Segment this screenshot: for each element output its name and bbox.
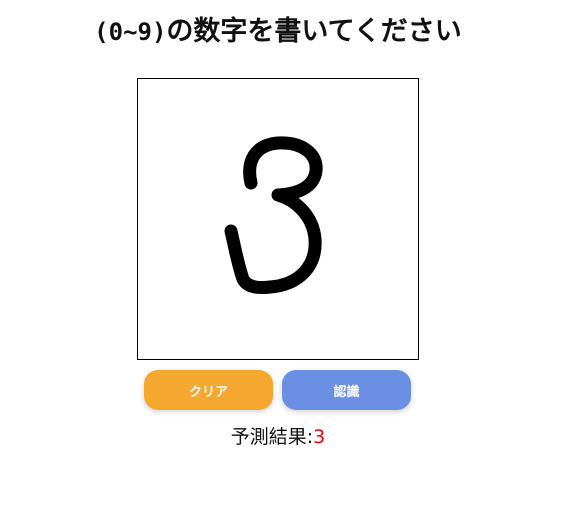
drawing-canvas[interactable]: [137, 78, 419, 360]
drawn-digit-strokes: [224, 136, 323, 294]
page-title-text: の数字を書いてください: [166, 16, 462, 47]
drawn-digit-stroke: [224, 136, 323, 294]
prediction-result: 予測結果:3: [0, 424, 556, 450]
clear-button[interactable]: クリア: [144, 370, 273, 410]
page-title: (0~9)の数字を書いてください: [0, 12, 556, 52]
page-title-prefix: (0~9): [94, 18, 167, 46]
prediction-value: 3: [313, 426, 326, 448]
recognize-button[interactable]: 認識: [282, 370, 411, 410]
prediction-label: 予測結果:: [230, 426, 314, 448]
